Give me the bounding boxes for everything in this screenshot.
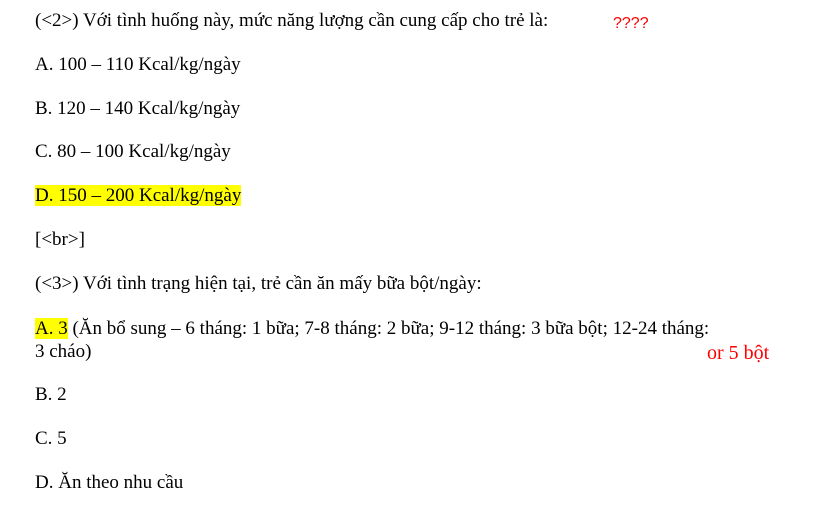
highlighted-answer: A. 3 bbox=[35, 318, 68, 339]
separator-text: [<br>] bbox=[35, 229, 85, 250]
question-3-option-d: D. Ăn theo nhu cầu bbox=[35, 472, 184, 493]
question-2-text: (<2>) Với tình huống này, mức năng lượng… bbox=[35, 10, 549, 31]
question-3-option-a: A. 3 (Ăn bổ sung – 6 tháng: 1 bữa; 7-8 t… bbox=[35, 318, 709, 340]
question-3-text: (<3>) Với tình trạng hiện tại, trẻ cần ă… bbox=[35, 273, 482, 294]
question-2-option-c: C. 80 – 100 Kcal/kg/ngày bbox=[35, 141, 231, 162]
question-2-annotation: ???? bbox=[613, 15, 649, 32]
question-2-option-d: D. 150 – 200 Kcal/kg/ngày bbox=[35, 185, 242, 207]
highlighted-answer: D. 150 – 200 Kcal/kg/ngày bbox=[35, 185, 242, 206]
option-a-note-continued: 3 cháo) bbox=[35, 341, 92, 362]
question-2-option-b: B. 120 – 140 Kcal/kg/ngày bbox=[35, 98, 241, 119]
question-3-annotation: or 5 bột bbox=[707, 342, 770, 364]
option-a-note: (Ăn bổ sung – 6 tháng: 1 bữa; 7-8 tháng:… bbox=[67, 318, 710, 339]
question-3-option-b: B. 2 bbox=[35, 384, 67, 405]
question-2-option-a: A. 100 – 110 Kcal/kg/ngày bbox=[35, 54, 241, 75]
question-3-option-c: C. 5 bbox=[35, 428, 67, 449]
